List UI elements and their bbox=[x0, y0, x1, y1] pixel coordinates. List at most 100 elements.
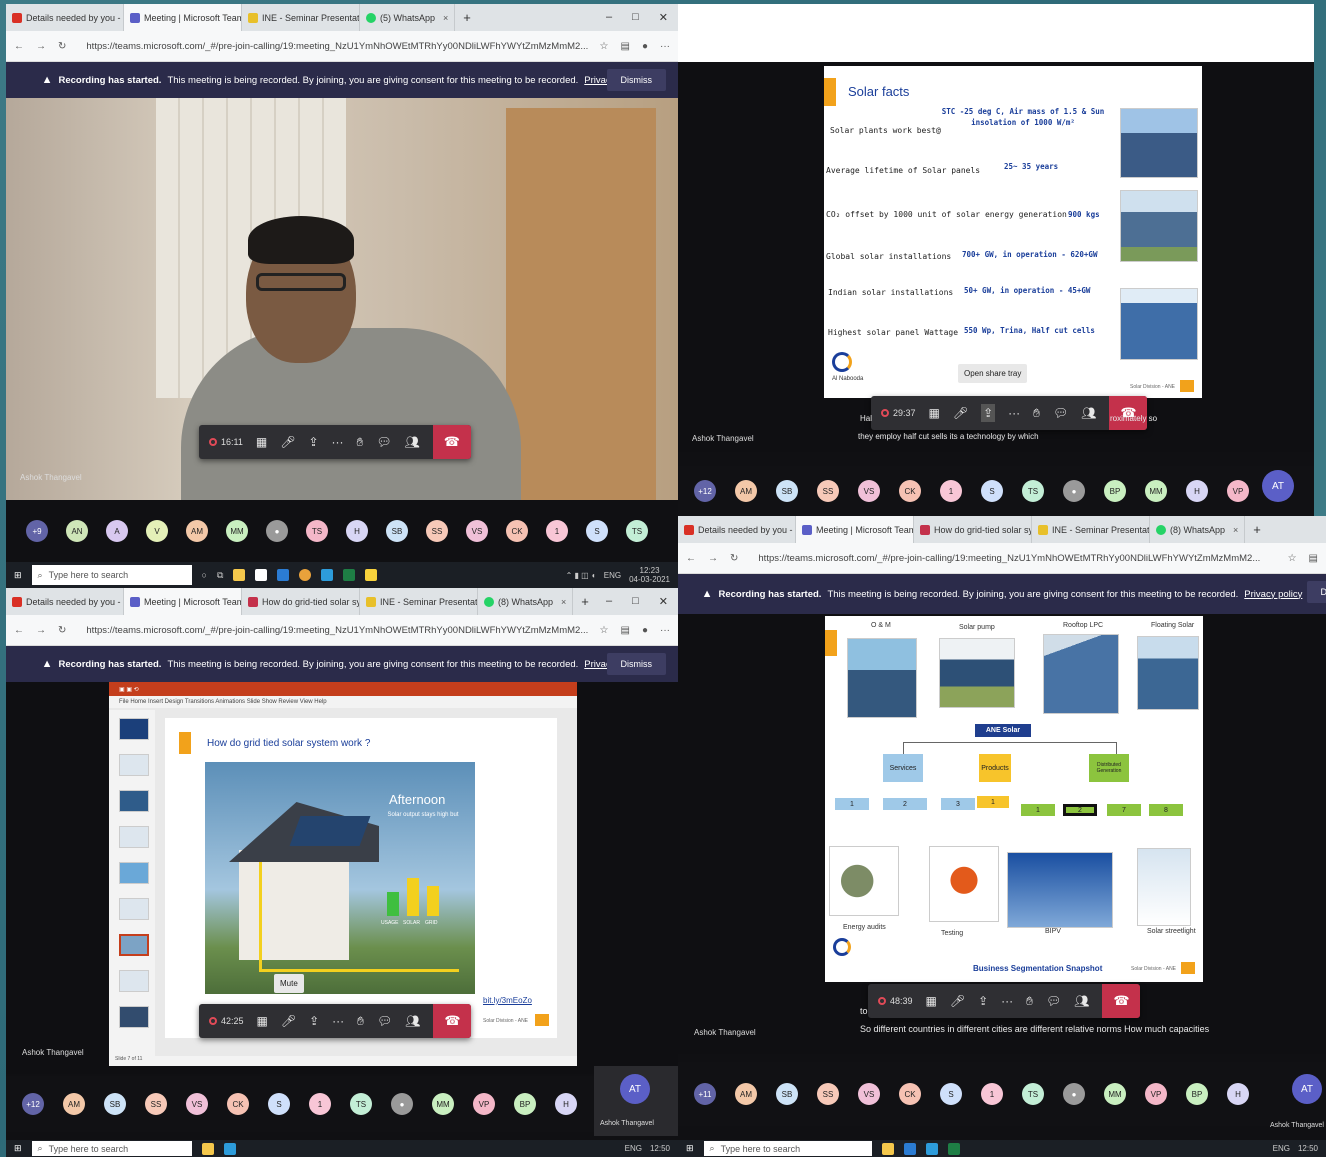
avatar[interactable]: S bbox=[268, 1093, 290, 1115]
minimize-icon[interactable]: – bbox=[606, 595, 612, 608]
forward-icon[interactable]: → bbox=[36, 41, 46, 52]
minimize-icon[interactable]: – bbox=[606, 11, 612, 24]
avatar[interactable]: MM bbox=[1104, 1083, 1126, 1105]
person-icon[interactable]: ● bbox=[1063, 1083, 1085, 1105]
avatar[interactable]: VS bbox=[858, 1083, 880, 1105]
slide-thumbnail[interactable] bbox=[119, 862, 149, 884]
taskbar-search[interactable]: ⌕ Type here to search bbox=[703, 1141, 872, 1156]
dismiss-button[interactable]: Dismiss bbox=[606, 69, 666, 91]
clock[interactable]: 12:23 04-03-2021 bbox=[629, 566, 670, 584]
avatar[interactable]: TS bbox=[626, 520, 648, 542]
chrome-icon[interactable] bbox=[299, 569, 312, 581]
close-window-icon[interactable]: ✕ bbox=[659, 11, 668, 24]
taskbar-search[interactable]: ⌕ Type here to search bbox=[31, 565, 192, 585]
edge-icon[interactable] bbox=[925, 1142, 938, 1155]
participants-icon[interactable]: 👥︎ bbox=[1081, 406, 1096, 420]
slide-thumbnail[interactable] bbox=[119, 790, 149, 812]
tab-whatsapp[interactable]: (5) WhatsApp × bbox=[360, 4, 456, 31]
mic-off-icon[interactable]: 🎤︎ bbox=[950, 994, 965, 1008]
avatar[interactable]: H bbox=[555, 1093, 577, 1115]
avatar[interactable]: SB bbox=[776, 1083, 798, 1105]
url-field[interactable]: https://teams.microsoft.com/_#/pre-join-… bbox=[78, 620, 587, 641]
person-icon[interactable]: ● bbox=[1063, 480, 1085, 502]
avatar[interactable]: 1 bbox=[940, 480, 962, 502]
share-icon[interactable]: ⇪ bbox=[978, 994, 988, 1008]
collections-icon[interactable]: ▤ bbox=[1309, 553, 1318, 564]
url-field[interactable]: https://teams.microsoft.com/_#/pre-join-… bbox=[78, 36, 587, 57]
language-indicator[interactable]: ENG bbox=[604, 571, 621, 580]
url-field[interactable]: https://teams.microsoft.com/_#/pre-join-… bbox=[750, 548, 1275, 569]
self-avatar[interactable]: AT bbox=[1262, 470, 1294, 502]
time-text[interactable]: 12:50 bbox=[650, 1144, 670, 1153]
avatar[interactable]: V bbox=[146, 520, 168, 542]
reload-icon[interactable]: ↻ bbox=[58, 625, 66, 636]
avatar[interactable]: MM bbox=[1145, 480, 1167, 502]
share-icon[interactable]: ⇪ bbox=[981, 404, 996, 422]
reload-icon[interactable]: ↻ bbox=[58, 41, 66, 52]
avatar[interactable]: A bbox=[106, 520, 128, 542]
tab-teams[interactable]: Meeting | Microsoft Team× bbox=[124, 588, 242, 615]
avatar[interactable]: VS bbox=[466, 520, 488, 542]
explorer-icon[interactable] bbox=[201, 1142, 214, 1155]
avatar[interactable]: SS bbox=[426, 520, 448, 542]
share-icon[interactable]: ⇪ bbox=[309, 1014, 319, 1028]
avatar[interactable]: 1 bbox=[546, 520, 568, 542]
explorer-icon[interactable] bbox=[881, 1142, 894, 1155]
overflow-count[interactable]: +11 bbox=[694, 1083, 716, 1105]
avatar[interactable]: AM bbox=[63, 1093, 85, 1115]
camera-off-icon[interactable]: ▦ bbox=[929, 406, 940, 420]
slide-thumbnail[interactable] bbox=[119, 970, 149, 992]
time-text[interactable]: 12:50 bbox=[1298, 1144, 1318, 1153]
more-actions-icon[interactable]: ··· bbox=[332, 435, 344, 449]
slide-thumbnail[interactable] bbox=[119, 898, 149, 920]
explorer-icon[interactable] bbox=[233, 569, 246, 581]
star-icon[interactable]: ☆ bbox=[600, 41, 609, 52]
close-icon[interactable]: × bbox=[443, 13, 448, 23]
network-icon[interactable]: ⌃ ▮ ◫ ◖ bbox=[566, 571, 596, 580]
avatar[interactable]: H bbox=[1186, 480, 1208, 502]
avatar[interactable]: S bbox=[981, 480, 1003, 502]
windows-start-icon[interactable]: ⊞ bbox=[14, 1143, 22, 1154]
avatar[interactable]: H bbox=[346, 520, 368, 542]
new-tab-button[interactable]: + bbox=[455, 10, 479, 25]
task-view-icon[interactable]: ⧉ bbox=[217, 570, 223, 581]
excel-icon[interactable] bbox=[947, 1142, 960, 1155]
avatar[interactable]: SB bbox=[776, 480, 798, 502]
tab-ine[interactable]: INE - Seminar Presentation× bbox=[360, 588, 478, 615]
more-icon[interactable]: ··· bbox=[660, 41, 670, 52]
hang-up-button[interactable]: ☎︎ bbox=[1102, 984, 1141, 1018]
collections-icon[interactable]: ▤ bbox=[621, 625, 630, 636]
avatar[interactable]: CK bbox=[899, 480, 921, 502]
avatar[interactable]: S bbox=[586, 520, 608, 542]
participants-icon[interactable]: 👥︎ bbox=[405, 435, 420, 449]
tab-grid-tied[interactable]: How do grid-tied solar system× bbox=[914, 516, 1032, 543]
avatar[interactable]: BP bbox=[514, 1093, 536, 1115]
avatar[interactable]: TS bbox=[1022, 480, 1044, 502]
close-icon[interactable]: × bbox=[561, 597, 566, 607]
avatar[interactable]: SS bbox=[817, 1083, 839, 1105]
back-icon[interactable]: ← bbox=[686, 553, 696, 564]
chat-icon[interactable]: 💬︎ bbox=[1046, 994, 1061, 1008]
mail-icon[interactable] bbox=[277, 569, 290, 581]
profile-icon[interactable]: ● bbox=[642, 41, 648, 52]
person-icon[interactable]: ● bbox=[391, 1093, 413, 1115]
hang-up-button[interactable]: ☎︎ bbox=[432, 425, 471, 459]
person-icon[interactable]: ● bbox=[266, 520, 288, 542]
microphone-icon[interactable]: 🎤︎ bbox=[280, 435, 295, 449]
store-icon[interactable] bbox=[255, 569, 268, 581]
avatar[interactable]: VS bbox=[186, 1093, 208, 1115]
privacy-policy-link[interactable]: Privacy policy bbox=[1244, 589, 1302, 600]
new-tab-button[interactable]: + bbox=[1245, 522, 1269, 537]
more-actions-icon[interactable]: ··· bbox=[1001, 994, 1013, 1008]
maximize-icon[interactable]: □ bbox=[632, 595, 639, 608]
back-icon[interactable]: ← bbox=[14, 625, 24, 636]
tab-ine[interactable]: INE - Seminar Presentation× bbox=[242, 4, 360, 31]
self-avatar[interactable]: AT bbox=[620, 1074, 650, 1104]
new-tab-button[interactable]: + bbox=[573, 594, 597, 609]
stickynotes-icon[interactable] bbox=[365, 569, 378, 581]
avatar[interactable]: AN bbox=[66, 520, 88, 542]
more-actions-icon[interactable]: ··· bbox=[332, 1014, 344, 1028]
chat-icon[interactable]: 💬︎ bbox=[1053, 406, 1068, 420]
avatar[interactable]: CK bbox=[899, 1083, 921, 1105]
slide-thumbnail[interactable] bbox=[119, 718, 149, 740]
